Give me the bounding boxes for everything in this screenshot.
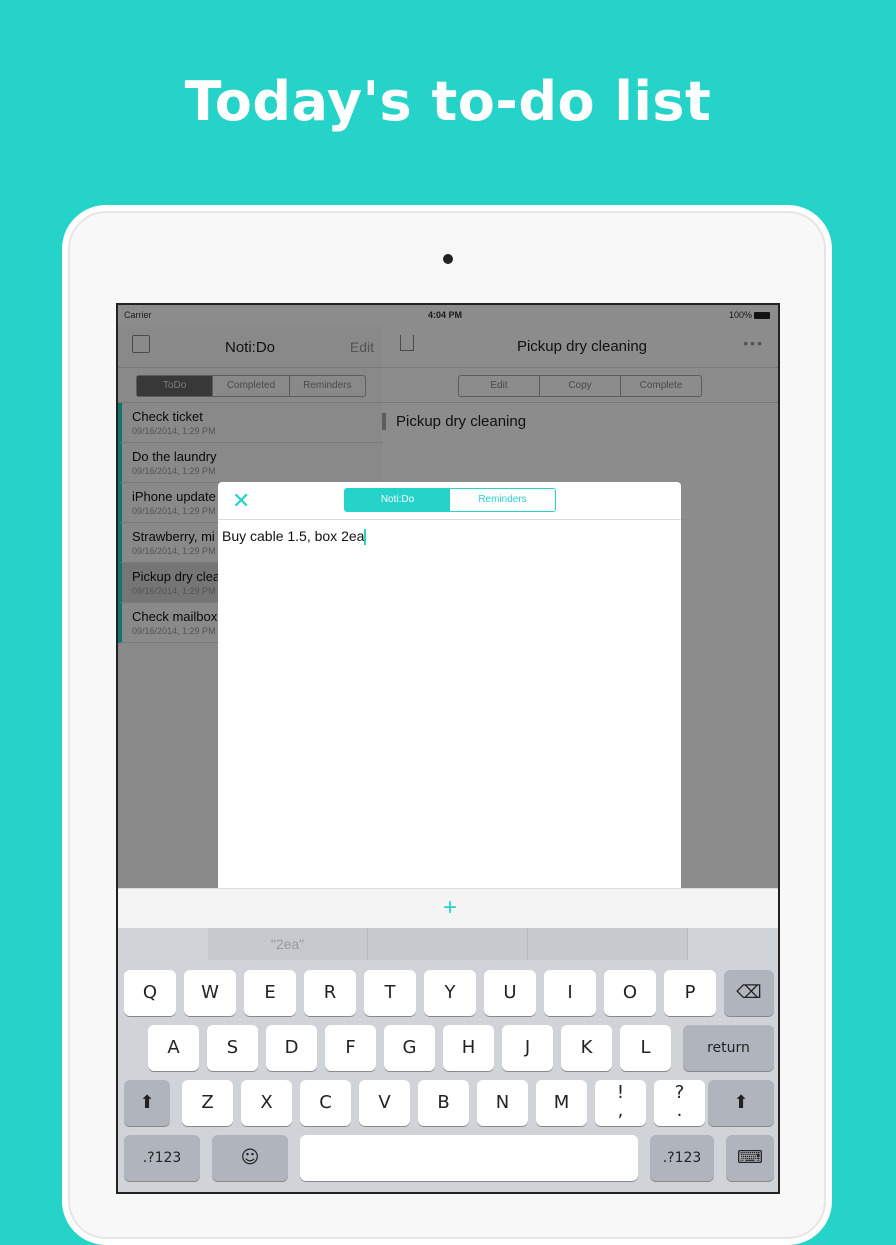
emoji-key[interactable]: ☺ xyxy=(212,1135,288,1181)
master-nav: Noti:Do Edit xyxy=(118,325,382,368)
suggestion-3[interactable] xyxy=(528,928,688,960)
space-key[interactable] xyxy=(300,1135,638,1181)
key-5[interactable]: N xyxy=(477,1080,528,1126)
add-bar: + xyxy=(118,888,778,929)
carrier-label: Carrier xyxy=(124,310,152,320)
key-h[interactable]: H xyxy=(443,1025,494,1071)
complete-action[interactable]: Complete xyxy=(621,376,701,396)
key-p[interactable]: P xyxy=(664,970,716,1016)
key-a[interactable]: A xyxy=(148,1025,199,1071)
text-cursor xyxy=(364,529,367,546)
status-bar: Carrier 4:04 PM 100% xyxy=(118,305,778,325)
ipad-screen: Carrier 4:04 PM 100% Noti:Do Edit ToDo C… xyxy=(116,303,780,1194)
headline: Today's to-do list xyxy=(184,70,712,133)
hide-keyboard-key[interactable]: ⌨ xyxy=(726,1135,774,1181)
key-2[interactable]: C xyxy=(300,1080,351,1126)
key-d[interactable]: D xyxy=(266,1025,317,1071)
battery-icon xyxy=(754,312,770,320)
key-u[interactable]: U xyxy=(484,970,536,1016)
key-f[interactable]: F xyxy=(325,1025,376,1071)
note-text-field[interactable]: Buy cable 1.5, box 2ea xyxy=(222,528,367,546)
list-item[interactable]: Do the laundry 09/16/2014, 1:29 PM xyxy=(118,443,382,483)
key-w[interactable]: W xyxy=(184,970,236,1016)
key-1[interactable]: X xyxy=(241,1080,292,1126)
close-icon[interactable]: ✕ xyxy=(232,488,250,514)
share-icon[interactable] xyxy=(400,335,414,351)
key-y[interactable]: Y xyxy=(424,970,476,1016)
action-segment: Edit Copy Complete xyxy=(458,375,702,397)
list-item[interactable]: Check ticket 09/16/2014, 1:29 PM xyxy=(118,403,382,443)
shift-key[interactable]: ⬆ xyxy=(124,1080,170,1126)
suggestion-bar: "2ea" xyxy=(208,928,688,960)
backspace-key[interactable]: ⌫ xyxy=(724,970,774,1016)
item-date: 09/16/2014, 1:29 PM xyxy=(132,426,216,436)
numbers-key-right[interactable]: .?123 xyxy=(650,1135,714,1181)
shift-key-right[interactable]: ⬆ xyxy=(708,1080,774,1126)
key-4[interactable]: B xyxy=(418,1080,469,1126)
add-button[interactable]: + xyxy=(443,894,457,921)
tab-notido[interactable]: Noti:Do xyxy=(345,489,450,511)
filter-segment: ToDo Completed Reminders xyxy=(136,375,366,397)
item-date: 09/16/2014, 1:29 PM xyxy=(132,466,216,476)
key-o[interactable]: O xyxy=(604,970,656,1016)
copy-action[interactable]: Copy xyxy=(540,376,621,396)
key-t[interactable]: T xyxy=(364,970,416,1016)
status-time: 4:04 PM xyxy=(428,310,463,320)
item-title: Check ticket xyxy=(132,409,203,424)
filter-row: ToDo Completed Reminders xyxy=(118,368,382,403)
key-3[interactable]: V xyxy=(359,1080,410,1126)
tab-completed[interactable]: Completed xyxy=(213,376,290,396)
modal-header: ✕ Noti:Do Reminders xyxy=(218,482,681,520)
edit-action[interactable]: Edit xyxy=(459,376,540,396)
key-i[interactable]: I xyxy=(544,970,596,1016)
more-icon[interactable]: ••• xyxy=(743,335,764,351)
detail-nav: Pickup dry cleaning ••• xyxy=(382,325,778,368)
new-note-modal: ✕ Noti:Do Reminders Buy cable 1.5, box 2… xyxy=(218,482,681,902)
tab-reminders[interactable]: Reminders xyxy=(290,376,365,396)
tab-todo[interactable]: ToDo xyxy=(137,376,214,396)
key-r[interactable]: R xyxy=(304,970,356,1016)
key-j[interactable]: J xyxy=(502,1025,553,1071)
action-row: Edit Copy Complete xyxy=(382,368,778,403)
app-title: Noti:Do xyxy=(224,339,276,356)
numbers-key[interactable]: .?123 xyxy=(124,1135,200,1181)
return-key[interactable]: return xyxy=(683,1025,774,1071)
detail-content: Pickup dry cleaning xyxy=(382,413,526,430)
item-title: Do the laundry xyxy=(132,449,217,464)
key-8[interactable]: ?. xyxy=(654,1080,705,1126)
key-6[interactable]: M xyxy=(536,1080,587,1126)
key-7[interactable]: !, xyxy=(595,1080,646,1126)
tab-reminders-dest[interactable]: Reminders xyxy=(450,489,555,511)
destination-segment: Noti:Do Reminders xyxy=(344,488,556,512)
detail-title: Pickup dry cleaning xyxy=(516,338,648,355)
battery-indicator: 100% xyxy=(729,310,770,320)
suggestion-1[interactable]: "2ea" xyxy=(208,928,368,960)
suggestion-2[interactable] xyxy=(368,928,528,960)
edit-button[interactable]: Edit xyxy=(350,339,374,355)
key-k[interactable]: K xyxy=(561,1025,612,1071)
camera-icon xyxy=(443,254,453,264)
key-e[interactable]: E xyxy=(244,970,296,1016)
key-l[interactable]: L xyxy=(620,1025,671,1071)
key-0[interactable]: Z xyxy=(182,1080,233,1126)
keyboard: "2ea" Q W E R T Y U I O P ⌫ A S D F G H J K Lreturn ⬆ Z X C V B N M… xyxy=(118,928,778,1192)
key-s[interactable]: S xyxy=(207,1025,258,1071)
key-q[interactable]: Q xyxy=(124,970,176,1016)
key-g[interactable]: G xyxy=(384,1025,435,1071)
